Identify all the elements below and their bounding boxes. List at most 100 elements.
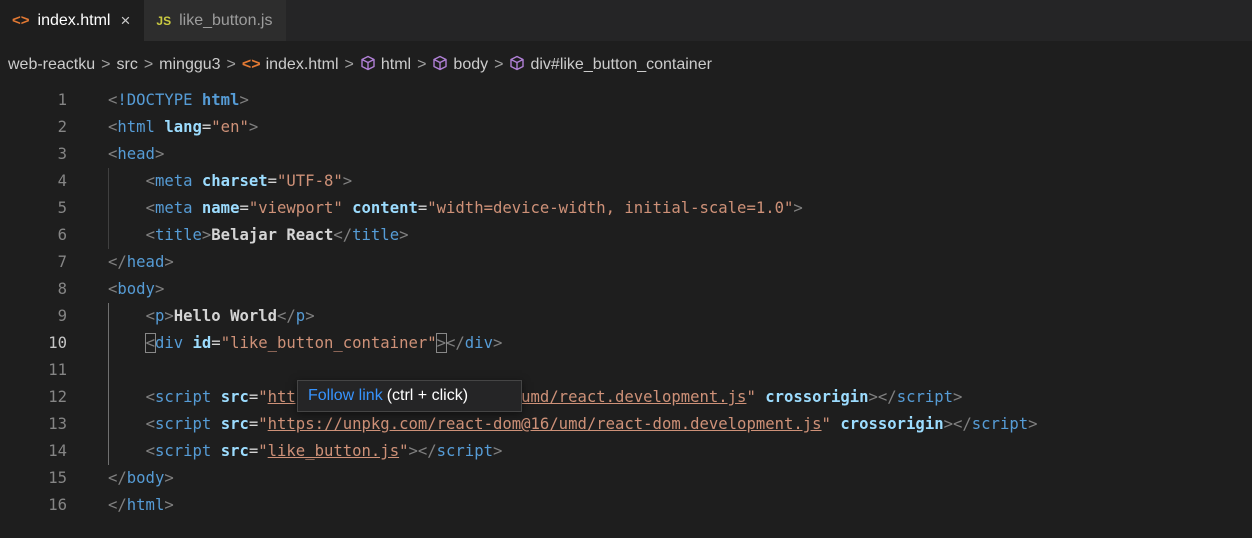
code-line[interactable]: 4 <meta charset="UTF-8"> <box>0 168 1252 195</box>
chevron-right-icon: > <box>143 56 154 73</box>
line-number: 7 <box>57 253 67 271</box>
code-token: "UTF-8" <box>277 172 343 190</box>
code-line[interactable]: 14 <script src="like_button.js"></script… <box>0 438 1252 465</box>
code-token: charset <box>201 172 268 190</box>
code-token: </ <box>277 307 296 325</box>
breadcrumb-item-index-html[interactable]: index.html <box>266 56 339 74</box>
code-token: "en" <box>211 118 249 136</box>
code-token: title <box>352 226 400 244</box>
line-number: 4 <box>57 172 67 190</box>
code-token: body <box>117 280 155 298</box>
code-token: > <box>164 469 174 487</box>
code-editor[interactable]: 1 <!DOCTYPE html> 2 <html lang="en"> 3 <head>… <box>0 87 1252 517</box>
breadcrumb-item-body[interactable]: body <box>453 56 488 74</box>
code-token: </ <box>333 226 353 244</box>
code-token: > <box>492 442 503 460</box>
code-text: </body> <box>108 465 174 492</box>
line-number: 2 <box>57 118 67 136</box>
code-line[interactable]: 5 <meta name="viewport" content="width=d… <box>0 195 1252 222</box>
code-line[interactable]: 12 <script src="https://unpkg.com/react@… <box>0 384 1252 411</box>
code-token: < <box>144 333 156 353</box>
code-text: <meta name="viewport" content="width=dev… <box>108 195 803 222</box>
code-line[interactable]: 11 <box>0 357 1252 384</box>
code-text: </html> <box>108 492 174 519</box>
link-tooltip: Follow link (ctrl + click) <box>297 380 522 412</box>
follow-link[interactable]: Follow link <box>308 387 383 405</box>
code-token: > <box>164 253 174 271</box>
code-link[interactable]: https://unpkg.com/react-dom@16/umd/react… <box>268 415 822 433</box>
code-token: html <box>117 118 155 136</box>
line-number: 11 <box>48 361 67 379</box>
code-token: ></ <box>868 388 897 406</box>
code-token: < <box>108 91 118 109</box>
code-token: html <box>201 91 240 109</box>
symbol-element-icon <box>509 55 525 76</box>
line-number: 6 <box>57 226 67 244</box>
code-token: > <box>154 145 165 163</box>
code-line[interactable]: 9 <p>Hello World</p> <box>0 303 1252 330</box>
code-token: ></ <box>408 442 437 460</box>
code-token: < <box>145 172 155 190</box>
code-token: p <box>295 307 306 325</box>
tab-label: like_button.js <box>179 11 273 29</box>
chevron-right-icon: > <box>344 56 354 73</box>
breadcrumb-item-html[interactable]: html <box>381 56 411 74</box>
code-token: " <box>746 388 756 406</box>
code-line[interactable]: 2 <html lang="en"> <box>0 114 1252 141</box>
code-line[interactable]: 8 <body> <box>0 276 1252 303</box>
breadcrumb-item-minggu3[interactable]: minggu3 <box>159 56 220 74</box>
code-token: > <box>435 333 448 353</box>
line-number: 8 <box>57 280 67 298</box>
code-token: > <box>164 307 174 325</box>
line-number: 10 <box>48 334 67 352</box>
code-text: <!DOCTYPE html> <box>108 87 249 114</box>
code-token: > <box>953 388 963 406</box>
code-token: < <box>145 226 155 244</box>
code-line[interactable]: 15 </body> <box>0 465 1252 492</box>
tab-index-html[interactable]: <> index.html × <box>0 0 145 41</box>
code-token: > <box>793 199 803 217</box>
code-line[interactable]: 16 </html> <box>0 492 1252 519</box>
code-token: > <box>342 172 353 190</box>
code-line[interactable]: 13 <script src="https://unpkg.com/react-… <box>0 411 1252 438</box>
code-token: < <box>145 199 155 217</box>
code-token: div <box>154 334 184 352</box>
code-line[interactable]: 10 <div id="like_button_container"></div… <box>0 330 1252 357</box>
breadcrumb-item-div[interactable]: div#like_button_container <box>530 56 711 74</box>
code-token: > <box>248 118 259 136</box>
html-file-icon: <> <box>241 56 261 73</box>
code-text: <title>Belajar React</title> <box>108 222 409 249</box>
code-token: div <box>464 334 493 352</box>
code-token: = <box>417 199 428 217</box>
breadcrumb-item-web-reactku[interactable]: web-reactku <box>8 56 95 74</box>
line-number: 14 <box>48 442 67 460</box>
html-file-icon: <> <box>12 12 30 29</box>
code-link[interactable]: like_button.js <box>268 442 399 460</box>
code-line[interactable]: 6 <title>Belajar React</title> <box>0 222 1252 249</box>
code-token: script <box>154 388 212 406</box>
code-token: title <box>154 226 202 244</box>
code-token: "like_button_container" <box>220 334 437 352</box>
tab-label: index.html <box>37 11 111 29</box>
code-token: script <box>971 415 1029 433</box>
code-line[interactable]: 7 </head> <box>0 249 1252 276</box>
symbol-element-icon <box>360 55 376 76</box>
tab-like-button-js[interactable]: JS like_button.js <box>144 0 287 41</box>
code-token: id <box>192 334 212 352</box>
code-token: name <box>201 199 240 217</box>
close-icon[interactable]: × <box>120 11 130 31</box>
code-line[interactable]: 3 <head> <box>0 141 1252 168</box>
code-line[interactable]: 1 <!DOCTYPE html> <box>0 87 1252 114</box>
breadcrumb-item-src[interactable]: src <box>117 56 138 74</box>
code-token: < <box>145 307 155 325</box>
code-text: <html lang="en"> <box>108 114 258 141</box>
code-token: head <box>126 253 165 271</box>
code-token: < <box>145 442 155 460</box>
